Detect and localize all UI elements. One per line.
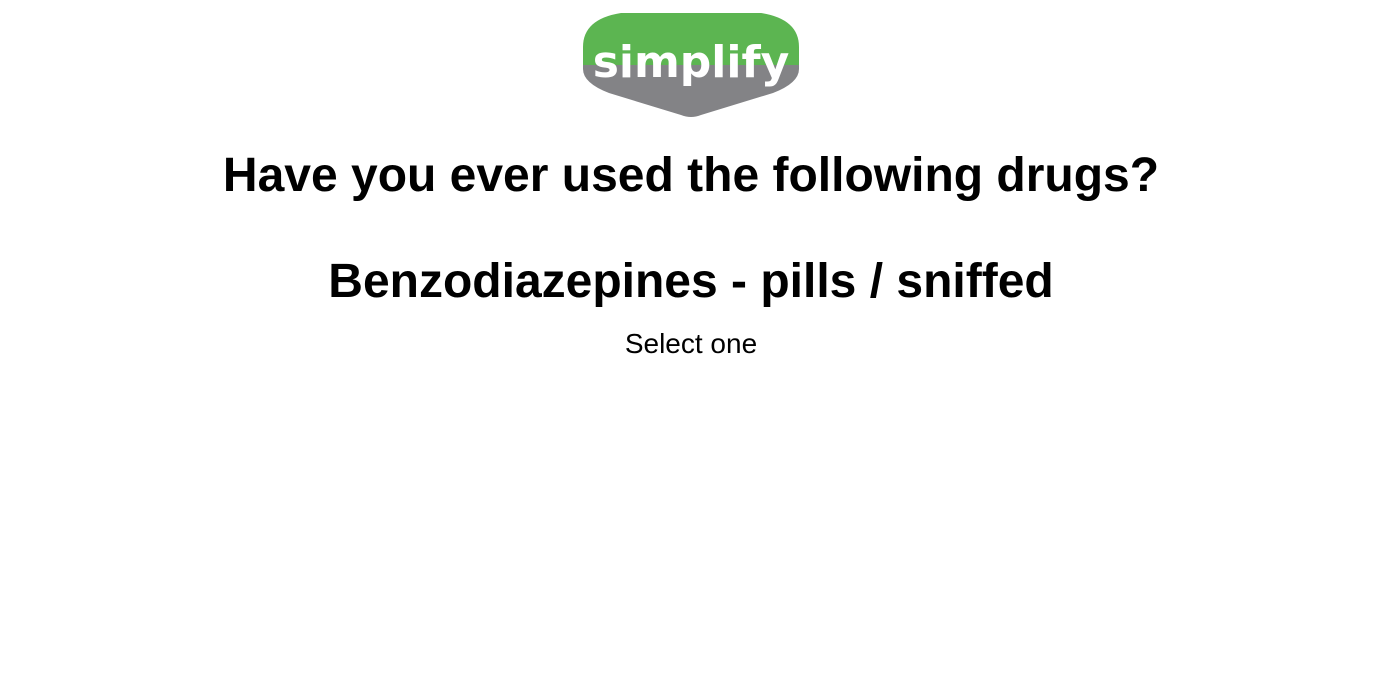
logo-text: simplify	[593, 37, 790, 88]
drug-item-heading: Benzodiazepines - pills / sniffed	[328, 255, 1054, 308]
question-heading: Have you ever used the following drugs?	[222, 149, 1160, 202]
select-instruction: Select one	[624, 328, 758, 359]
simplify-logo: simplify	[583, 11, 799, 119]
logo-badge: simplify	[583, 13, 799, 117]
